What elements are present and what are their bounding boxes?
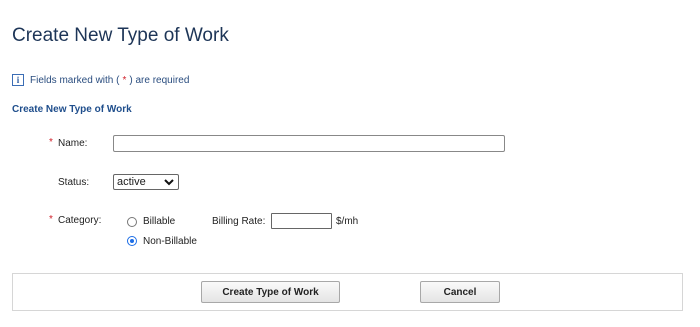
name-label: Name: [58, 138, 88, 149]
billing-rate-input[interactable] [271, 213, 332, 229]
info-suffix: ) are required [129, 74, 190, 86]
radio-non-billable[interactable] [127, 236, 137, 246]
category-required-star: * [49, 214, 53, 225]
name-input[interactable] [113, 135, 505, 152]
name-required-star: * [49, 137, 53, 148]
status-selected-value: active [117, 176, 146, 188]
cancel-button[interactable]: Cancel [420, 281, 500, 303]
radio-billable[interactable] [127, 217, 137, 227]
status-select[interactable]: active [113, 174, 179, 190]
page-title: Create New Type of Work [12, 25, 229, 46]
category-label: Category: [58, 215, 102, 226]
info-prefix: Fields marked with ( [30, 74, 120, 86]
non-billable-label[interactable]: Non-Billable [143, 236, 197, 247]
required-info: i Fields marked with ( * ) are required [12, 74, 189, 86]
chevron-down-icon [164, 177, 174, 187]
billing-rate-label: Billing Rate: [212, 216, 266, 227]
info-required-star: * [122, 74, 127, 86]
billing-rate-unit: $/mh [336, 216, 359, 227]
billable-label[interactable]: Billable [143, 216, 175, 227]
section-title: Create New Type of Work [12, 104, 132, 115]
info-icon: i [12, 74, 24, 86]
status-label: Status: [58, 177, 90, 188]
create-type-of-work-button[interactable]: Create Type of Work [201, 281, 340, 303]
form-actions-bar: Create Type of Work Cancel [12, 273, 683, 311]
